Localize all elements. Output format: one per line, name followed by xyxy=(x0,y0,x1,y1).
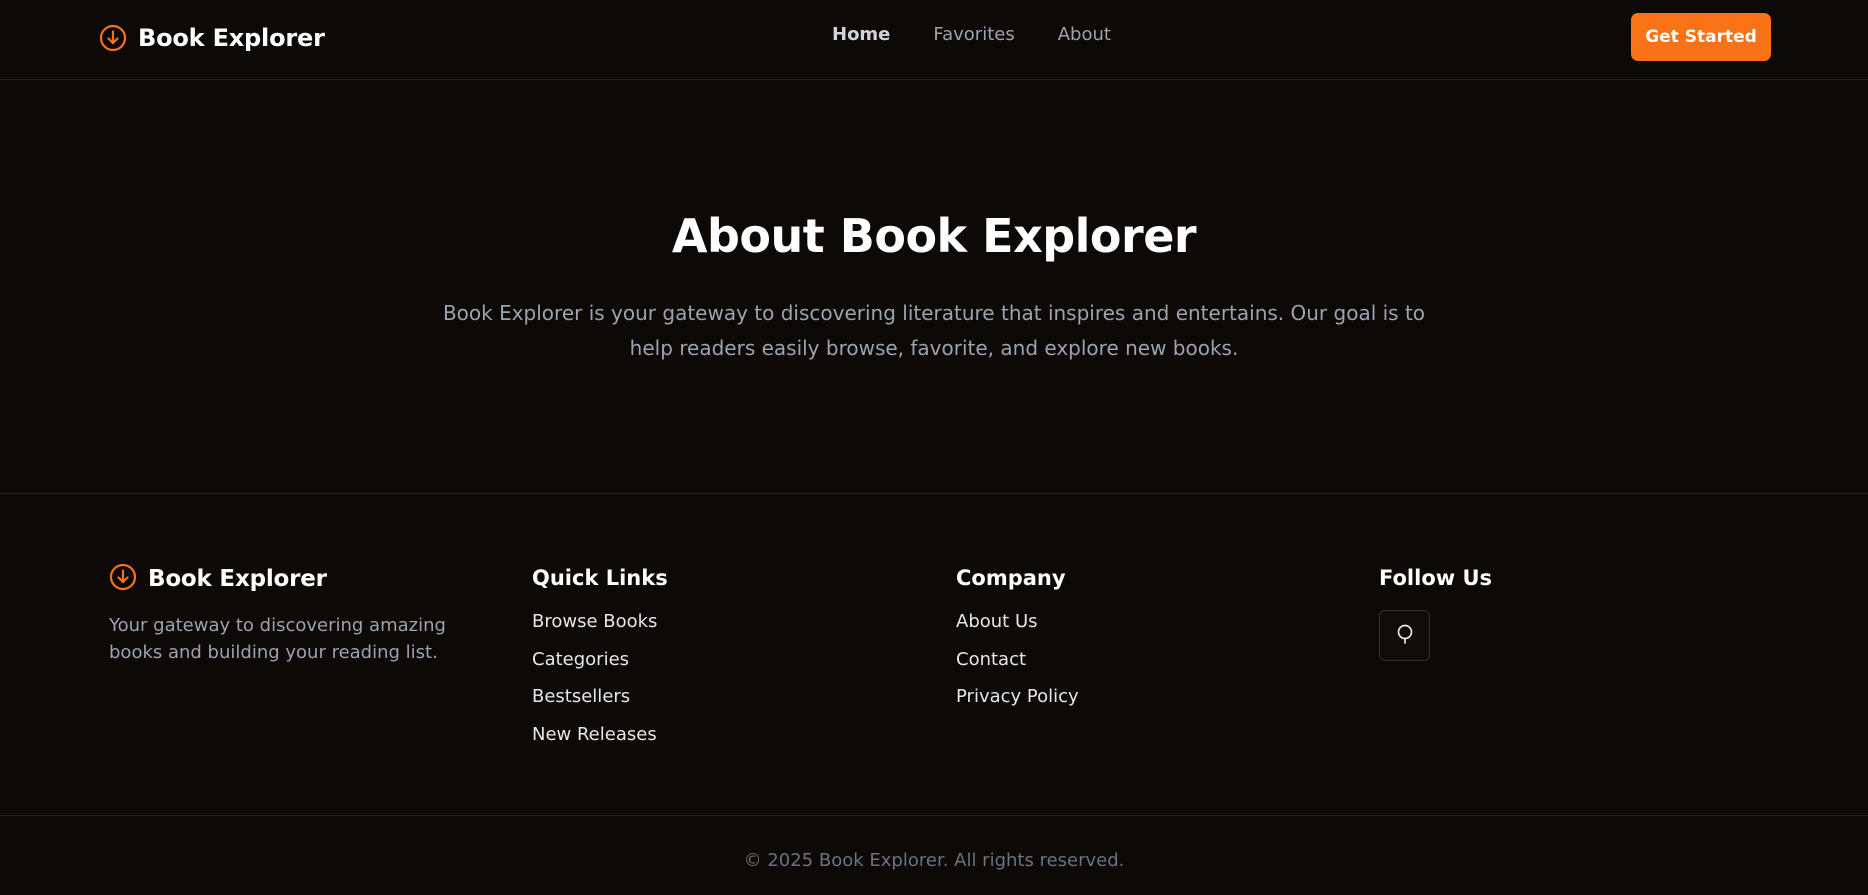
download-circle-icon xyxy=(109,563,137,595)
quick-links-heading: Quick Links xyxy=(532,566,668,590)
follow-heading: Follow Us xyxy=(1379,566,1493,590)
follow-column: Follow Us xyxy=(1379,563,1492,661)
download-circle-icon xyxy=(99,24,127,52)
footer-link-privacy-policy[interactable]: Privacy Policy xyxy=(956,685,1079,723)
social-icon xyxy=(1394,623,1416,649)
footer-link-bestsellers[interactable]: Bestsellers xyxy=(532,685,668,723)
brand-logo[interactable]: Book Explorer xyxy=(99,20,325,56)
brand-name: Book Explorer xyxy=(138,24,325,52)
company-column: Company About Us Contact Privacy Policy xyxy=(956,563,1079,723)
nav-home[interactable]: Home xyxy=(832,24,890,45)
footer-brand[interactable]: Book Explorer xyxy=(109,563,327,595)
footer-tagline: Your gateway to discovering amazing book… xyxy=(109,615,446,663)
footer-brand-name: Book Explorer xyxy=(148,566,327,592)
quick-links-column: Quick Links Browse Books Categories Best… xyxy=(532,563,668,760)
site-header: Book Explorer Home Favorites About Get S… xyxy=(0,0,1868,80)
footer-link-categories[interactable]: Categories xyxy=(532,648,668,686)
nav-favorites[interactable]: Favorites xyxy=(933,24,1014,45)
nav-about[interactable]: About xyxy=(1058,24,1111,45)
site-footer: Book Explorer Your gateway to discoverin… xyxy=(0,495,1868,816)
footer-link-browse-books[interactable]: Browse Books xyxy=(532,610,668,648)
main-nav: Home Favorites About xyxy=(832,24,1111,45)
footer-link-new-releases[interactable]: New Releases xyxy=(532,723,668,761)
footer-link-contact[interactable]: Contact xyxy=(956,648,1079,686)
about-description: Book Explorer is your gateway to discove… xyxy=(442,301,1426,360)
company-heading: Company xyxy=(956,566,1066,590)
social-link-button[interactable] xyxy=(1379,610,1430,661)
page-title: About Book Explorer xyxy=(671,209,1197,263)
footer-link-about-us[interactable]: About Us xyxy=(956,610,1079,648)
copyright-text: © 2025 Book Explorer. All rights reserve… xyxy=(743,850,1125,871)
about-hero: About Book Explorer Book Explorer is you… xyxy=(0,81,1868,494)
get-started-button[interactable]: Get Started xyxy=(1631,13,1771,61)
